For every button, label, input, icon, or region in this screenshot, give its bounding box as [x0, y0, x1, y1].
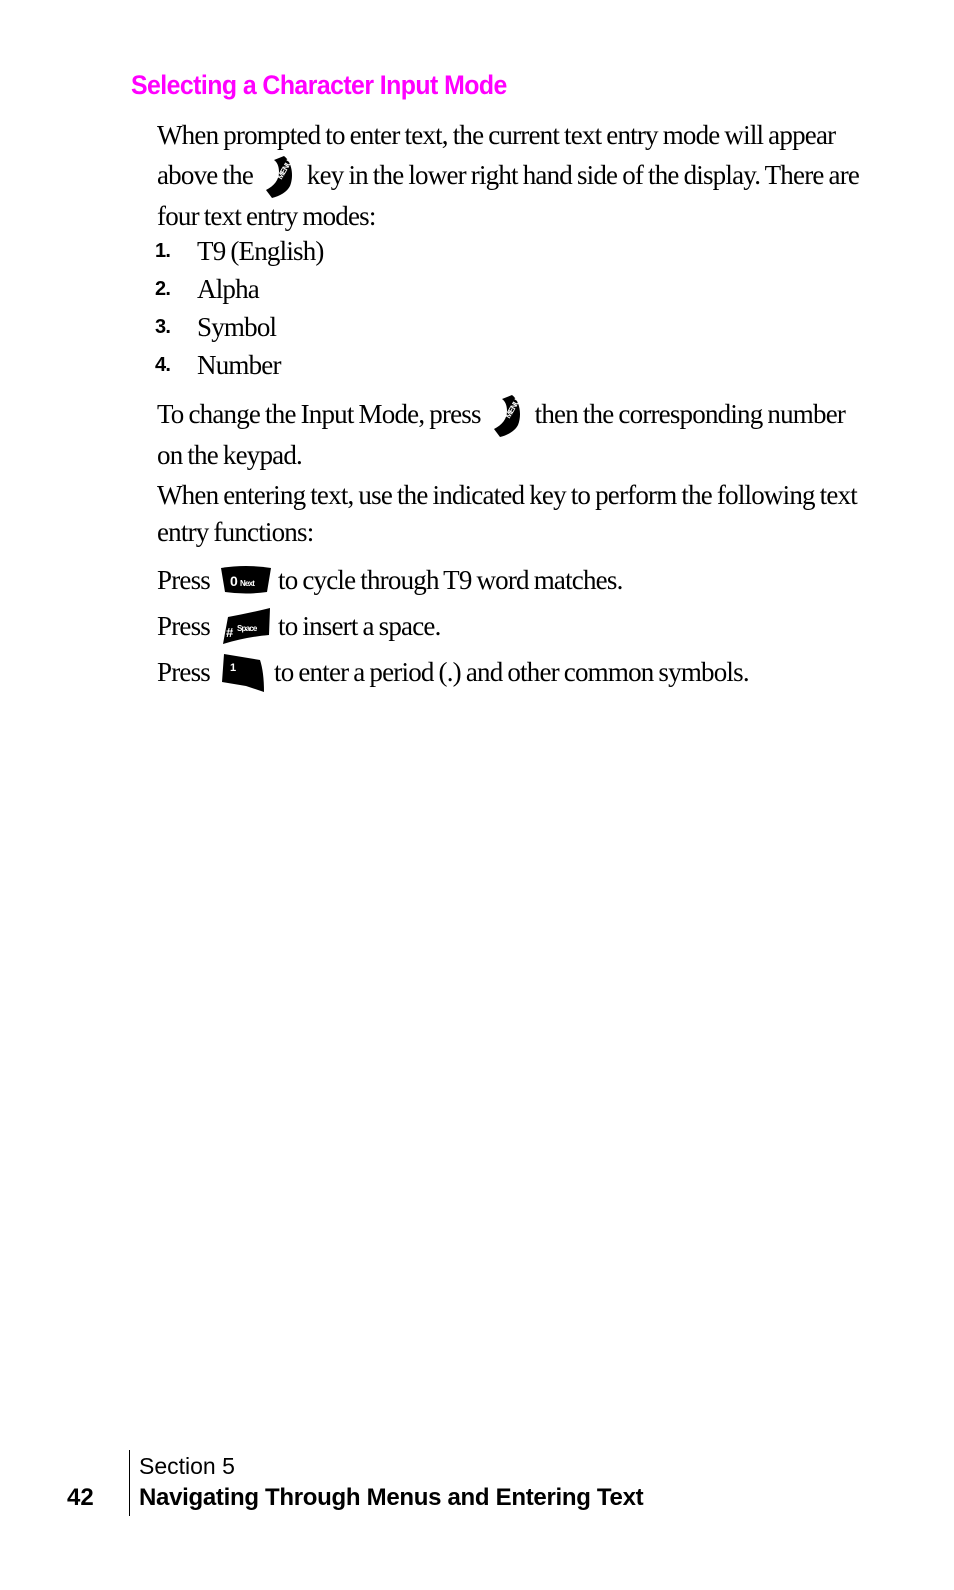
functions-intro: When entering text, use the indicated ke…	[157, 480, 858, 547]
list-label: Symbol	[197, 312, 277, 342]
intro-text-after: key in the lower right hand side of the …	[157, 160, 860, 231]
one-key-icon: 1	[222, 654, 265, 692]
key-main-label: 0	[230, 573, 238, 589]
input-mode-list: 1. T9 (English) 2. Alpha 3. Symbol 4. Number	[155, 232, 324, 384]
key-sub-label: Next	[240, 579, 255, 588]
list-item: 1. T9 (English)	[155, 232, 324, 270]
list-label: Number	[197, 350, 281, 380]
intro-paragraph: When prompted to enter text, the current…	[157, 117, 867, 235]
change-mode-text-before: To change the Input Mode, press	[157, 399, 482, 429]
footer-section: Section 5	[139, 1453, 235, 1479]
list-item: 3. Symbol	[155, 308, 324, 346]
press-label: Press	[157, 610, 211, 641]
key-sub-label: Space	[237, 624, 258, 633]
hash-space-key-icon: # Space	[223, 608, 271, 644]
menu-key-icon: MENU	[493, 395, 522, 437]
function-description: to enter a period (.) and other common s…	[274, 656, 750, 687]
list-label: T9 (English)	[197, 236, 324, 266]
zero-next-key-icon: 0 Next	[221, 566, 272, 594]
page-number: 42	[67, 1484, 94, 1511]
list-item: 2. Alpha	[155, 270, 324, 308]
section-heading: Selecting a Character Input Mode	[131, 70, 507, 100]
menu-key-icon: MENU	[265, 156, 294, 198]
press-label: Press	[157, 564, 211, 595]
function-row: Press 1 to enter a period (.) and other …	[157, 652, 750, 692]
change-mode-paragraph: To change the Input Mode, press MENU the…	[157, 393, 867, 474]
key-main-label: 1	[230, 662, 236, 674]
function-description: to cycle through T9 word matches.	[278, 564, 623, 595]
function-row: Press 0 Next to cycle through T9 word ma…	[157, 560, 623, 600]
function-description: to insert a space.	[278, 610, 441, 641]
list-number: 3.	[155, 316, 171, 338]
list-item: 4. Number	[155, 346, 324, 384]
list-number: 1.	[155, 240, 171, 262]
function-row: Press # Space to insert a space.	[157, 606, 441, 646]
footer-divider	[129, 1450, 130, 1516]
list-label: Alpha	[197, 274, 260, 304]
list-number: 4.	[155, 354, 171, 376]
list-number: 2.	[155, 278, 171, 300]
press-label: Press	[157, 656, 211, 687]
footer-title: Navigating Through Menus and Entering Te…	[139, 1484, 644, 1511]
